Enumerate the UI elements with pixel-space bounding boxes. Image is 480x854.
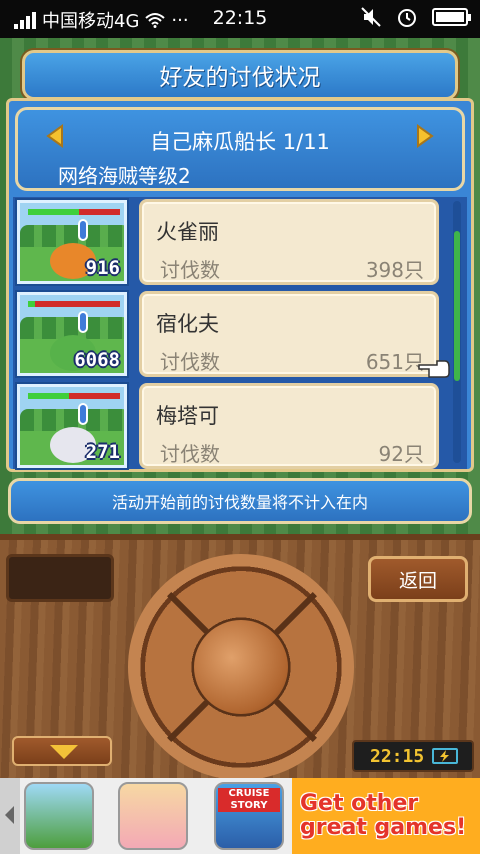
status-bar: 中国移动4G ··· 22:15 (0, 0, 480, 38)
monster-thumbnail: 271 (15, 382, 129, 470)
kill-count-value: 651只 (365, 350, 424, 374)
charging-battery-icon (432, 748, 459, 764)
list-item[interactable]: 6068 宿化夫 讨伐数 651只 (13, 289, 441, 378)
next-arrow-icon[interactable] (412, 124, 436, 148)
game-screen: 好友的讨伐状况 自己麻瓜船长 1/11 网络海贼等级2 916 火雀丽 讨伐数 … (0, 38, 480, 778)
kill-count-value: 398只 (365, 258, 424, 282)
monster-count: 271 (85, 441, 120, 463)
notice-text: 活动开始前的讨伐数量将不计入在内 (111, 493, 368, 512)
monster-list[interactable]: 916 火雀丽 讨伐数 398只 6068 宿化夫 讨伐数 651只 271 梅… (13, 197, 467, 470)
kill-count-label: 讨伐数 (160, 350, 220, 374)
captain-selector: 自己麻瓜船长 1/11 网络海贼等级2 (15, 107, 465, 191)
list-item[interactable]: 916 火雀丽 讨伐数 398只 (13, 197, 441, 286)
hp-bar (28, 393, 120, 399)
monster-count: 6068 (74, 349, 120, 371)
ad-game-icon-2[interactable] (118, 782, 188, 850)
pirate-level: 网络海贼等级2 (58, 164, 191, 188)
exclamation-icon (78, 311, 88, 333)
menu-down-button[interactable] (12, 736, 112, 766)
ad-prev-arrow-icon[interactable] (0, 778, 20, 854)
monster-card[interactable]: 梅塔可 讨伐数 92只 (139, 383, 439, 469)
ad-game-icon-3[interactable]: CRUISE STORY (214, 782, 284, 850)
hp-bar (28, 301, 120, 307)
back-button-label: 返回 (398, 569, 437, 592)
monster-name: 宿化夫 (156, 312, 219, 336)
kill-count-label: 讨伐数 (160, 442, 220, 466)
monster-thumbnail: 6068 (15, 290, 129, 378)
alarm-icon (398, 9, 416, 27)
back-button[interactable]: 返回 (368, 556, 468, 602)
monster-card[interactable]: 火雀丽 讨伐数 398只 (139, 199, 439, 285)
monster-name: 梅塔可 (156, 404, 219, 428)
exclamation-icon (78, 219, 88, 241)
monster-thumbnail: 916 (15, 198, 129, 286)
kill-count-value: 92只 (378, 442, 424, 466)
directional-dial[interactable] (128, 554, 354, 778)
list-item[interactable]: 271 梅塔可 讨伐数 92只 (13, 381, 441, 470)
monster-card[interactable]: 宿化夫 讨伐数 651只 (139, 291, 439, 377)
controller-panel: 返回 22:15 (0, 534, 480, 778)
dialog-title-banner: 好友的讨伐状况 (22, 50, 458, 100)
mute-icon (361, 7, 381, 27)
game-clock: 22:15 (352, 740, 474, 772)
mini-screen (6, 554, 114, 602)
get-games-button[interactable]: Get other great games! (292, 778, 480, 854)
pointing-hand-icon (418, 360, 450, 378)
exclamation-icon (78, 403, 88, 425)
scroll-thumb[interactable] (454, 231, 460, 381)
ad-game-icon-1[interactable] (24, 782, 94, 850)
dial-center-button[interactable] (194, 620, 288, 714)
hp-bar (28, 209, 120, 215)
cta-line-2: great games! (300, 815, 467, 840)
monster-name: 火雀丽 (156, 220, 219, 244)
clock-time: 22:15 (370, 745, 425, 767)
ad-banner[interactable]: CRUISE STORY Get other great games! (0, 778, 480, 854)
dialog-title: 好友的讨伐状况 (159, 65, 321, 91)
ad-icon-label: CRUISE STORY (218, 788, 280, 812)
event-notice: 活动开始前的讨伐数量将不计入在内 (8, 478, 472, 524)
kill-count-label: 讨伐数 (160, 258, 220, 282)
cta-line-1: Get other (300, 791, 419, 816)
monster-count: 916 (85, 257, 120, 279)
captain-name: 自己麻瓜船长 1/11 (150, 130, 330, 154)
friend-status-panel: 自己麻瓜船长 1/11 网络海贼等级2 916 火雀丽 讨伐数 398只 606… (6, 98, 474, 472)
battery-icon (432, 8, 471, 26)
list-scrollbar[interactable] (453, 201, 461, 463)
